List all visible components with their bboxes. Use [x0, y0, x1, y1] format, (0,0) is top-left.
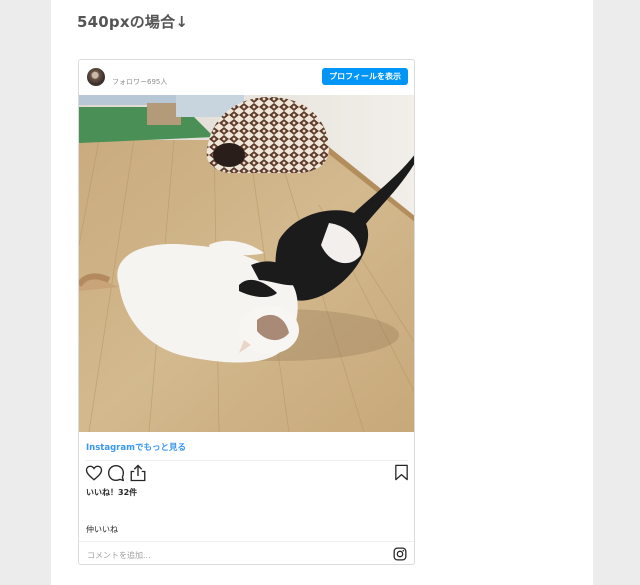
avatar[interactable] [87, 68, 105, 86]
instagram-icon[interactable] [393, 547, 407, 561]
section-heading: 540pxの場合↓ [77, 13, 189, 31]
embed-header: フォロワー695人 プロフィールを表示 [79, 60, 414, 95]
bookmark-icon[interactable] [394, 464, 409, 481]
view-more-on-instagram-link[interactable]: Instagramでもっと見る [86, 441, 186, 453]
follower-count: フォロワー695人 [112, 78, 168, 86]
page-content: 540pxの場合↓ フォロワー695人 プロフィールを表示 Instagramで… [51, 0, 593, 585]
comment-input[interactable] [85, 547, 379, 563]
heart-icon[interactable] [85, 464, 103, 482]
post-photo[interactable] [79, 95, 415, 432]
like-count: いいね！32件 [86, 488, 138, 497]
action-bar [84, 464, 411, 486]
divider [86, 460, 408, 461]
post-caption: 仲いいね [86, 525, 118, 534]
comment-icon[interactable] [107, 464, 125, 482]
share-icon[interactable] [129, 464, 147, 482]
view-profile-button[interactable]: プロフィールを表示 [322, 68, 408, 85]
comment-bar [79, 541, 414, 564]
instagram-embed: フォロワー695人 プロフィールを表示 Instagramでもっと見る いいね！… [78, 59, 415, 565]
